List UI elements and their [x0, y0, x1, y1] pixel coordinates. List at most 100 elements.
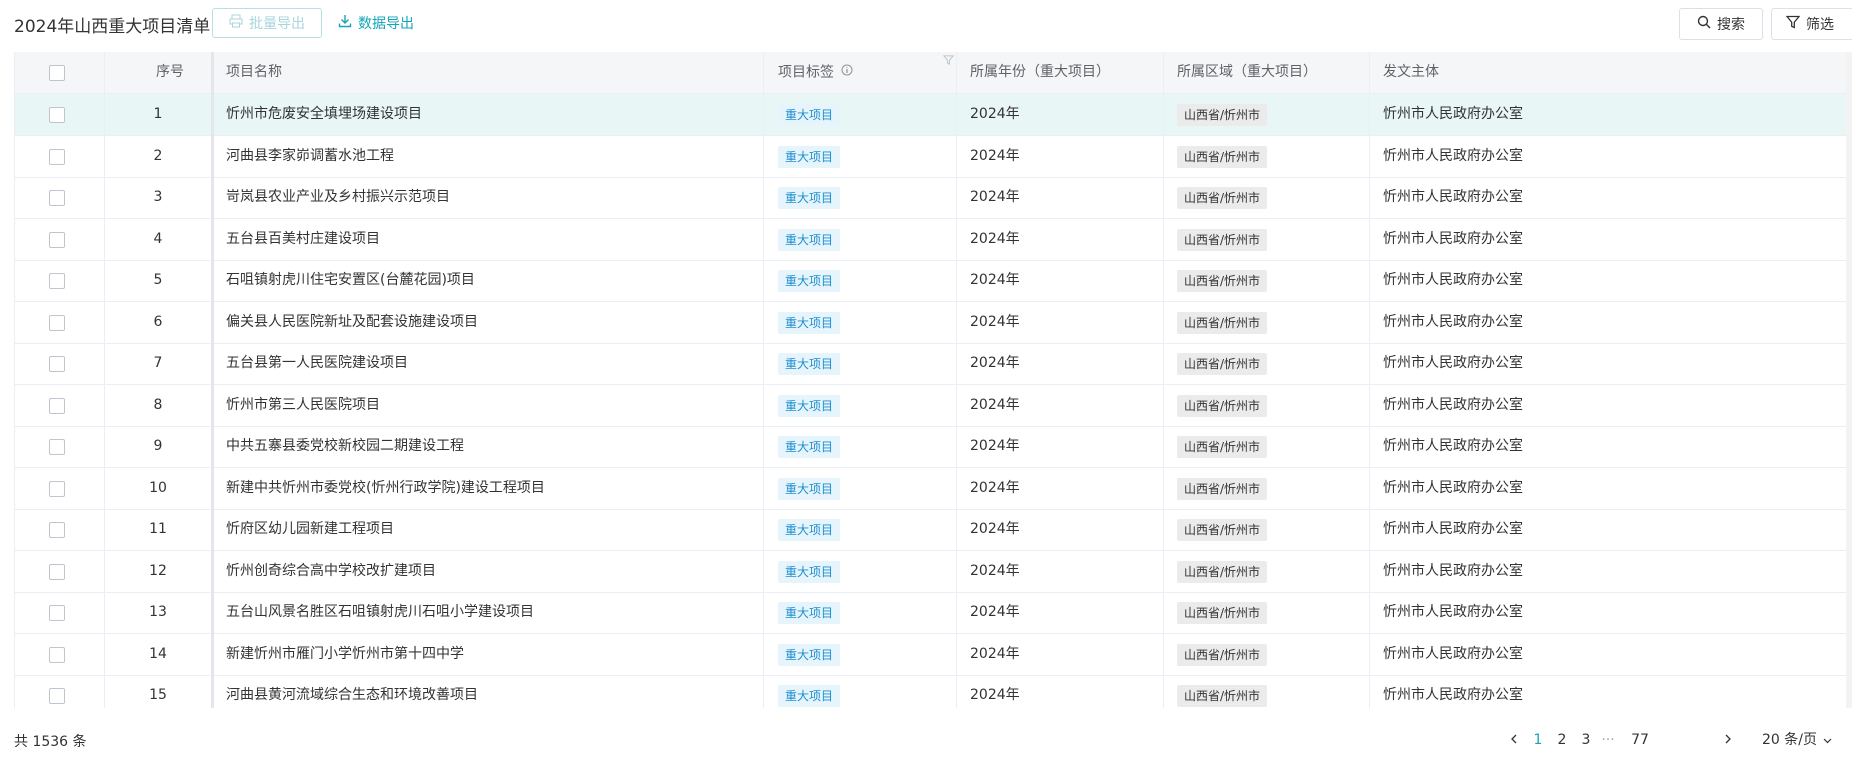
search-label: 搜索	[1717, 17, 1745, 33]
row-checkbox[interactable]	[49, 522, 65, 538]
table-row[interactable]: 14 新建忻州市雁门小学忻州市第十四中学 重大项目 2024年 山西省/忻州市 忻州市人民…	[15, 634, 1852, 676]
project-issuer: 忻州市人民政府办公室	[1383, 687, 1523, 703]
row-checkbox[interactable]	[49, 605, 65, 621]
row-checkbox[interactable]	[49, 148, 65, 165]
prev-page-icon[interactable]	[1506, 728, 1522, 752]
row-checkbox[interactable]	[49, 646, 65, 663]
page-number-3[interactable]: 3	[1578, 728, 1594, 752]
data-export-button[interactable]: 数据导出	[338, 8, 414, 38]
project-issuer: 忻州市人民政府办公室	[1383, 147, 1523, 164]
project-region: 山西省/忻州市	[1177, 685, 1268, 707]
table-row[interactable]: 8 忻州市第三人民医院项目 重大项目 2024年 山西省/忻州市 忻州市人民政府办公室	[15, 385, 1852, 427]
project-issuer: 忻州市人民政府办公室	[1383, 272, 1523, 288]
project-year: 2024年	[970, 189, 1020, 205]
info-icon[interactable]	[841, 52, 853, 93]
header-name[interactable]: 项目名称	[226, 52, 282, 93]
project-issuer: 忻州市人民政府办公室	[1383, 230, 1523, 247]
project-year: 2024年	[970, 562, 1020, 579]
project-name[interactable]: 新建忻州市雁门小学忻州市第十四中学	[226, 634, 464, 675]
project-year: 2024年	[970, 147, 1020, 164]
project-year: 2024年	[970, 106, 1020, 122]
page-size-select[interactable]: 20 条/页	[1762, 728, 1852, 752]
project-region: 山西省/忻州市	[1177, 228, 1268, 251]
pagination-ellipsis[interactable]: ···	[1600, 728, 1616, 752]
row-checkbox[interactable]	[49, 563, 65, 580]
project-name[interactable]: 五台山风景名胜区石咀镇射虎川石咀小学建设项目	[226, 592, 534, 633]
project-year: 2024年	[970, 645, 1020, 662]
table-row[interactable]: 4 五台县百美村庄建设项目 重大项目 2024年 山西省/忻州市 忻州市人民政府办公室	[15, 219, 1852, 261]
header-year[interactable]: 所属年份（重大项目）	[970, 52, 1110, 93]
filter-funnel-icon[interactable]	[942, 52, 955, 70]
table-row[interactable]: 11 忻府区幼儿园新建工程项目 重大项目 2024年 山西省/忻州市 忻州市人民政府办公室	[15, 509, 1852, 551]
project-tag: 重大项目	[778, 228, 841, 251]
table-row[interactable]: 2 河曲县李家峁调蓄水池工程 重大项目 2024年 山西省/忻州市 忻州市人民政府办公室	[15, 136, 1852, 178]
project-name[interactable]: 忻州市第三人民医院项目	[226, 385, 380, 426]
page-number-2[interactable]: 2	[1554, 728, 1570, 752]
project-name[interactable]: 石咀镇射虎川住宅安置区(台麓花园)项目	[226, 260, 475, 301]
project-tag: 重大项目	[778, 311, 841, 334]
project-tag: 重大项目	[778, 643, 841, 666]
table-row[interactable]: 10 新建中共忻州市委党校(忻州行政学院)建设工程项目 重大项目 2024年 山西省/忻…	[15, 468, 1852, 510]
row-checkbox[interactable]	[49, 480, 65, 497]
row-checkbox[interactable]	[49, 439, 65, 455]
row-index: 11	[149, 521, 167, 537]
column-divider	[763, 52, 764, 708]
table-row[interactable]: 6 偏关县人民医院新址及配套设施建设项目 重大项目 2024年 山西省/忻州市 忻州市人民…	[15, 302, 1852, 344]
project-name[interactable]: 忻府区幼儿园新建工程项目	[226, 509, 394, 550]
header-tag[interactable]: 项目标签	[778, 52, 853, 93]
vertical-scrollbar[interactable]	[1846, 52, 1852, 708]
project-name[interactable]: 忻州创奇综合高中学校改扩建项目	[226, 551, 436, 592]
project-name[interactable]: 五台县第一人民医院建设项目	[226, 343, 408, 384]
project-tag: 重大项目	[778, 560, 841, 583]
bulk-export-button[interactable]: 批量导出	[212, 8, 322, 38]
row-checkbox[interactable]	[49, 107, 65, 123]
column-divider	[211, 52, 214, 708]
project-region: 山西省/忻州市	[1177, 270, 1268, 292]
project-year: 2024年	[970, 604, 1020, 620]
project-name[interactable]: 河曲县李家峁调蓄水池工程	[226, 136, 394, 177]
project-year: 2024年	[970, 687, 1020, 703]
project-name[interactable]: 新建中共忻州市委党校(忻州行政学院)建设工程项目	[226, 468, 545, 509]
bulk-export-label: 批量导出	[249, 16, 305, 32]
table-row[interactable]: 1 忻州市危废安全填埋场建设项目 重大项目 2024年 山西省/忻州市 忻州市人民政府办公…	[15, 94, 1852, 136]
select-all-checkbox[interactable]	[49, 65, 65, 81]
project-name[interactable]: 岢岚县农业产业及乡村振兴示范项目	[226, 177, 450, 218]
project-name[interactable]: 偏关县人民医院新址及配套设施建设项目	[226, 302, 478, 343]
page-number-1[interactable]: 1	[1530, 728, 1546, 752]
table-row[interactable]: 3 岢岚县农业产业及乡村振兴示范项目 重大项目 2024年 山西省/忻州市 忻州市人民政府…	[15, 177, 1852, 219]
header-tag-label: 项目标签	[778, 64, 834, 81]
project-name[interactable]: 忻州市危废安全填埋场建设项目	[226, 94, 422, 135]
table-row[interactable]: 9 中共五寨县委党校新校园二期建设工程 重大项目 2024年 山西省/忻州市 忻州市人民政…	[15, 426, 1852, 468]
next-page-icon[interactable]	[1720, 728, 1736, 752]
filter-button[interactable]: 筛选	[1771, 8, 1852, 40]
row-checkbox[interactable]	[49, 356, 65, 372]
column-divider	[104, 52, 105, 708]
header-issuer[interactable]: 发文主体	[1383, 52, 1439, 93]
project-name[interactable]: 河曲县黄河流域综合生态和环境改善项目	[226, 675, 478, 708]
project-issuer: 忻州市人民政府办公室	[1383, 645, 1523, 662]
project-issuer: 忻州市人民政府办公室	[1383, 313, 1523, 330]
row-checkbox[interactable]	[49, 190, 65, 206]
project-name[interactable]: 五台县百美村庄建设项目	[226, 219, 380, 260]
table-row[interactable]: 15 河曲县黄河流域综合生态和环境改善项目 重大项目 2024年 山西省/忻州市 忻州市人…	[15, 675, 1852, 708]
table-row[interactable]: 12 忻州创奇综合高中学校改扩建项目 重大项目 2024年 山西省/忻州市 忻州市人民政府…	[15, 551, 1852, 593]
row-checkbox[interactable]	[49, 314, 65, 331]
search-button[interactable]: 搜索	[1679, 8, 1763, 40]
table-row[interactable]: 13 五台山风景名胜区石咀镇射虎川石咀小学建设项目 重大项目 2024年 山西省/忻州市…	[15, 592, 1852, 634]
project-name[interactable]: 中共五寨县委党校新校园二期建设工程	[226, 426, 464, 467]
row-index: 3	[153, 189, 163, 205]
row-checkbox[interactable]	[49, 688, 65, 704]
page-title: 2024年山西重大项目清单	[14, 17, 211, 37]
page-number-77[interactable]: 77	[1626, 728, 1654, 752]
table-row[interactable]: 5 石咀镇射虎川住宅安置区(台麓花园)项目 重大项目 2024年 山西省/忻州市 忻州市人…	[15, 260, 1852, 302]
row-index: 9	[153, 438, 163, 454]
row-checkbox[interactable]	[49, 397, 65, 414]
row-checkbox[interactable]	[49, 273, 65, 289]
project-region: 山西省/忻州市	[1177, 104, 1268, 126]
table-row[interactable]: 7 五台县第一人民医院建设项目 重大项目 2024年 山西省/忻州市 忻州市人民政府办公室	[15, 343, 1852, 385]
project-region: 山西省/忻州市	[1177, 477, 1268, 500]
row-checkbox[interactable]	[49, 231, 65, 248]
project-issuer: 忻州市人民政府办公室	[1383, 562, 1523, 579]
header-region[interactable]: 所属区域（重大项目）	[1177, 52, 1317, 93]
project-region: 山西省/忻州市	[1177, 519, 1268, 541]
